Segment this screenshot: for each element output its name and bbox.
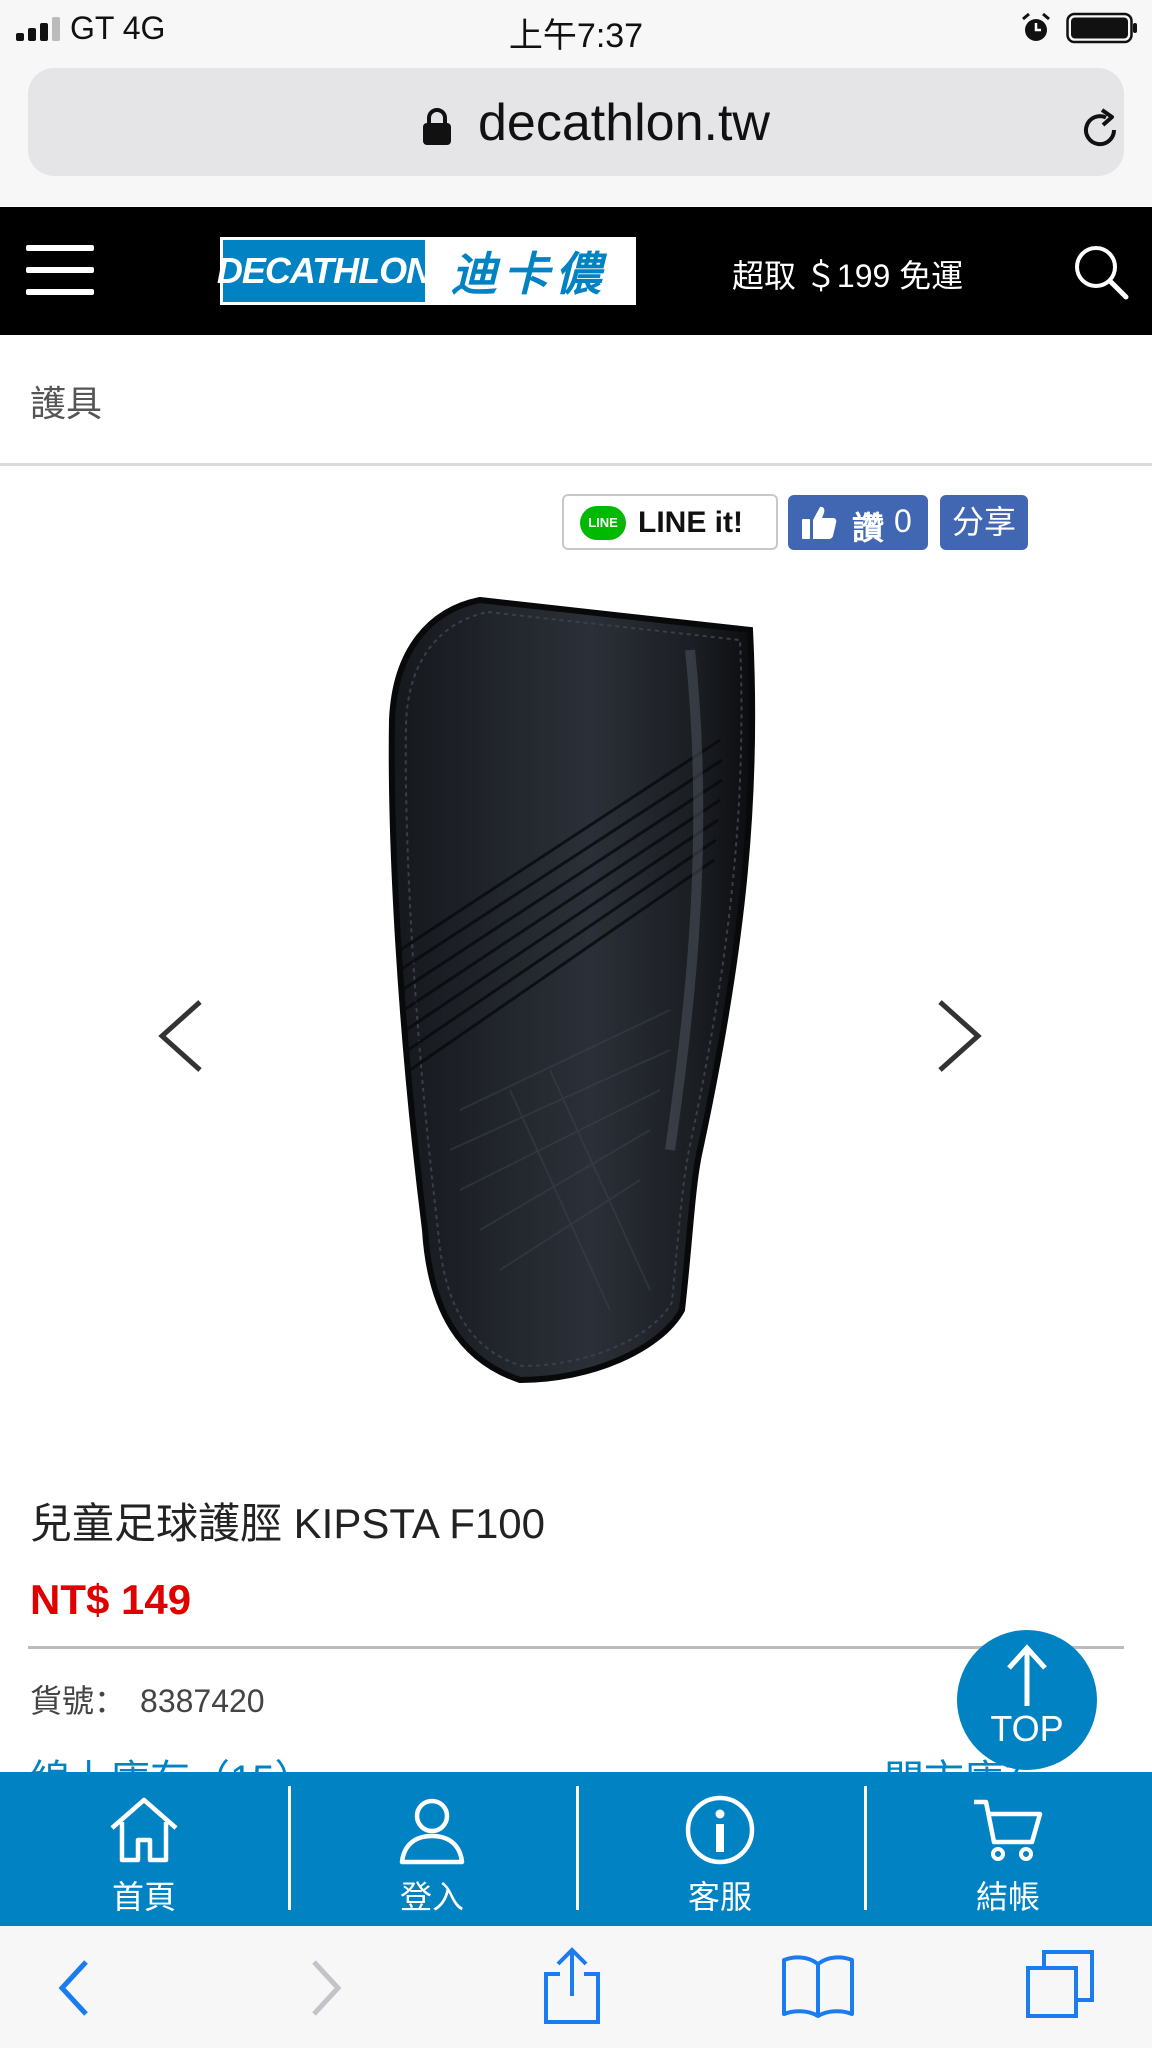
thumbs-up-icon	[802, 506, 837, 539]
product-image-shin-guard	[388, 596, 756, 1384]
home-icon	[110, 1797, 178, 1863]
logo-english: DECATHLON	[217, 240, 432, 302]
reload-icon[interactable]	[1076, 106, 1124, 154]
search-icon[interactable]	[1072, 243, 1130, 301]
nav-support[interactable]: 客服	[576, 1772, 864, 1926]
breadcrumb[interactable]: 護具	[30, 375, 102, 427]
status-time: 上午7:37	[508, 17, 644, 55]
browser-address-area: decathlon.tw	[0, 56, 1152, 206]
forward-icon[interactable]	[306, 1956, 346, 2020]
product-title: 兒童足球護脛 KIPSTA F100	[30, 1500, 546, 1547]
hamburger-menu-icon[interactable]	[26, 245, 94, 297]
sku-value: 8387420	[140, 1683, 265, 1719]
nav-login-label: 登入	[399, 1879, 464, 1915]
user-icon	[399, 1798, 465, 1865]
browser-toolbar	[0, 1926, 1152, 2048]
line-share-label: LINE it!	[638, 506, 743, 539]
next-image-arrow-icon[interactable]	[930, 996, 990, 1076]
nav-checkout[interactable]: 結帳	[864, 1772, 1152, 1926]
like-label: 讚	[852, 510, 885, 546]
cart-icon	[974, 1799, 1043, 1861]
like-count: 0	[894, 503, 912, 539]
nav-home[interactable]: 首頁	[0, 1772, 288, 1926]
share-icon[interactable]	[542, 1946, 602, 2026]
info-icon	[685, 1795, 755, 1865]
status-bar: GT 4G 上午7:37	[0, 0, 1152, 56]
sku-label: 貨號：	[30, 1683, 127, 1719]
back-icon[interactable]	[54, 1956, 94, 2020]
product-sku: 貨號： 8387420	[30, 1676, 265, 1722]
battery-icon	[1066, 12, 1137, 44]
nav-checkout-label: 結帳	[975, 1879, 1040, 1915]
alarm-icon	[1022, 12, 1050, 41]
online-stock-link[interactable]: 線上庫存（15）	[30, 1752, 315, 1774]
nav-login[interactable]: 登入	[288, 1772, 576, 1926]
site-header: DECATHLON 迪卡儂 超取 ＄199 免運	[0, 207, 1152, 335]
bottom-navigation: 首頁 登入 客服 結帳	[0, 1772, 1152, 1926]
back-to-top-button[interactable]: TOP	[957, 1630, 1097, 1770]
divider	[0, 463, 1152, 466]
url-text: decathlon.tw	[478, 94, 770, 152]
arrow-up-icon	[1007, 1644, 1047, 1706]
line-logo-icon: LINE	[580, 506, 626, 540]
previous-image-arrow-icon[interactable]	[150, 996, 210, 1076]
tabs-icon[interactable]	[1024, 1948, 1096, 2020]
back-to-top-label: TOP	[990, 1708, 1064, 1749]
decathlon-logo[interactable]: DECATHLON 迪卡儂	[217, 237, 636, 305]
line-share-button[interactable]: LINE LINE it!	[562, 494, 778, 550]
logo-chinese: 迪卡儂	[425, 240, 633, 302]
product-price: NT$ 149	[30, 1576, 192, 1623]
facebook-like-button[interactable]: 讚 0	[788, 495, 928, 550]
shipping-promo: 超取 ＄199 免運	[732, 258, 964, 294]
nav-support-label: 客服	[687, 1879, 752, 1915]
lock-icon	[423, 108, 451, 145]
bookmarks-icon[interactable]	[780, 1952, 856, 2018]
nav-home-label: 首頁	[111, 1879, 176, 1915]
facebook-share-button[interactable]: 分享	[940, 495, 1028, 550]
address-bar[interactable]: decathlon.tw	[28, 68, 1124, 176]
divider	[28, 1646, 1124, 1649]
